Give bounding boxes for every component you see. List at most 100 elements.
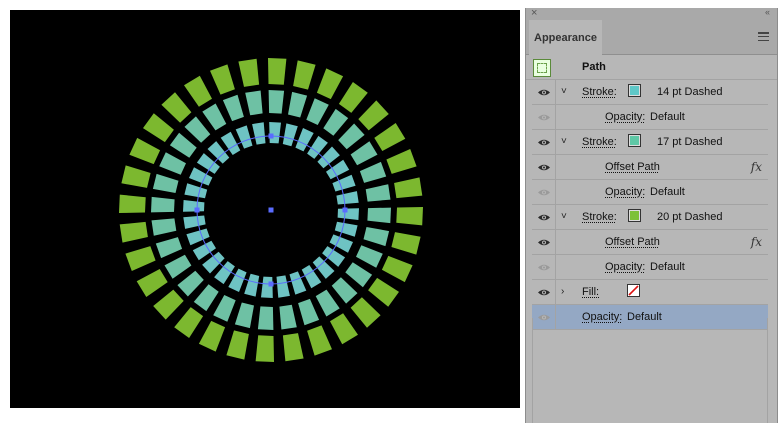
dash-segment [396, 207, 423, 226]
appearance-row[interactable]: Opacity: Default [532, 255, 768, 280]
artboard-canvas[interactable] [10, 10, 520, 408]
tab-appearance[interactable]: Appearance [529, 20, 602, 55]
visibility-eye-icon[interactable] [532, 230, 556, 255]
dash-segment [391, 232, 421, 255]
dash-segment [345, 262, 373, 288]
dash-segment [386, 149, 417, 174]
panel-title-bar: × ‹‹ [526, 7, 777, 20]
appearance-row[interactable]: › Fill: [532, 280, 768, 305]
dash-segment [261, 276, 273, 298]
dash-segment [358, 100, 389, 131]
fill-none-swatch[interactable] [627, 284, 640, 297]
dash-segment [121, 165, 151, 188]
appearance-row[interactable]: ˅ Stroke: 20 pt Dashed [532, 205, 768, 230]
dash-segment [136, 269, 168, 297]
appearance-row[interactable]: Opacity: Default [532, 180, 768, 205]
dash-segment [183, 215, 206, 229]
visibility-eye-icon[interactable] [532, 180, 556, 205]
dash-segment [161, 92, 192, 123]
stroke-color-swatch[interactable] [628, 134, 641, 147]
row-label[interactable]: Opacity: [605, 261, 645, 273]
dash-segment [125, 246, 156, 271]
row-label[interactable]: Stroke: [582, 86, 617, 98]
close-panel-icon[interactable]: × [531, 7, 537, 19]
dash-segment [367, 207, 391, 224]
stroke-color-swatch[interactable] [628, 209, 641, 222]
anchor-point-handle[interactable] [268, 281, 274, 287]
row-label[interactable]: Stroke: [582, 211, 617, 223]
appearance-row[interactable]: Offset Path fx [532, 155, 768, 180]
dash-segment [338, 123, 365, 150]
visibility-eye-icon[interactable] [532, 80, 556, 105]
anchor-point-handle[interactable] [268, 133, 274, 139]
appearance-row[interactable]: ˅ Stroke: 17 pt Dashed [532, 130, 768, 155]
visibility-eye-icon[interactable] [532, 130, 556, 155]
anchor-point-handle[interactable] [268, 207, 274, 213]
visibility-eye-icon[interactable] [532, 105, 556, 130]
stroke-color-swatch[interactable] [628, 84, 641, 97]
chevron-right-icon[interactable]: › [561, 286, 564, 297]
dash-segment [202, 103, 227, 131]
fx-effect-icon[interactable]: fx [751, 160, 762, 174]
dash-segment [184, 183, 208, 199]
dash-segment [307, 325, 332, 356]
dash-segment [245, 90, 263, 116]
row-value: Default [650, 111, 685, 123]
appearance-row[interactable]: Opacity: Default [532, 105, 768, 130]
dash-segment [268, 58, 287, 85]
dash-segment [152, 173, 179, 193]
row-label[interactable]: Stroke: [582, 136, 617, 148]
dash-segment [226, 330, 249, 360]
appearance-row[interactable]: ˅ Stroke: 14 pt Dashed [532, 80, 768, 105]
dash-segment [338, 82, 368, 113]
visibility-eye-icon[interactable] [532, 205, 556, 230]
chevron-down-icon[interactable]: ˅ [561, 211, 567, 222]
dash-segment [332, 174, 356, 192]
visibility-eye-icon[interactable] [532, 255, 556, 280]
row-label[interactable]: Opacity: [605, 186, 645, 198]
dash-segment [119, 194, 146, 213]
visibility-eye-icon[interactable] [532, 155, 556, 180]
dash-segment [213, 295, 236, 322]
row-label[interactable]: Offset Path [605, 161, 660, 173]
anchor-point-handle[interactable] [342, 207, 348, 213]
anchor-point-handle[interactable] [194, 207, 200, 213]
dash-segment [336, 191, 359, 205]
dash-segment [238, 58, 260, 87]
dashed-circle-artwork[interactable] [10, 10, 520, 408]
dash-segment [374, 123, 406, 151]
dash-segment [119, 221, 148, 243]
fx-effect-icon[interactable]: fx [751, 235, 762, 249]
appearance-panel: × ‹‹ Appearance Path ˅ Stroke: 14 pt Dashe… [525, 7, 778, 423]
dash-segment [334, 221, 358, 237]
row-label[interactable]: Offset Path [605, 236, 660, 248]
dash-segment [359, 161, 387, 183]
dash-segment [350, 141, 378, 166]
chevron-down-icon[interactable]: ˅ [561, 86, 567, 97]
row-label[interactable]: Fill: [582, 286, 599, 298]
dash-segment [257, 306, 274, 330]
dash-segment [282, 123, 298, 147]
appearance-row[interactable]: Offset Path fx [532, 230, 768, 255]
row-value: 14 pt Dashed [657, 86, 723, 98]
row-value: 20 pt Dashed [657, 211, 723, 223]
hamburger-icon[interactable] [758, 32, 769, 41]
dash-segment [288, 91, 308, 118]
row-label[interactable]: Opacity: [605, 111, 645, 123]
object-row-path[interactable]: Path [526, 55, 777, 80]
dash-segment [164, 254, 192, 279]
dash-segment [153, 289, 184, 320]
dash-segment [235, 125, 253, 149]
dash-segment [234, 302, 254, 329]
dash-segment [323, 108, 349, 136]
dash-segment [183, 200, 205, 212]
chevron-down-icon[interactable]: ˅ [561, 136, 567, 147]
dash-segment [282, 333, 304, 362]
dash-segment [337, 208, 359, 220]
dash-segment [394, 177, 423, 199]
visibility-eye-icon[interactable] [532, 280, 556, 305]
object-label: Path [582, 61, 606, 73]
dash-segment [255, 335, 274, 362]
dash-segment [252, 122, 266, 145]
collapse-panel-icon[interactable]: ‹‹ [765, 7, 770, 17]
